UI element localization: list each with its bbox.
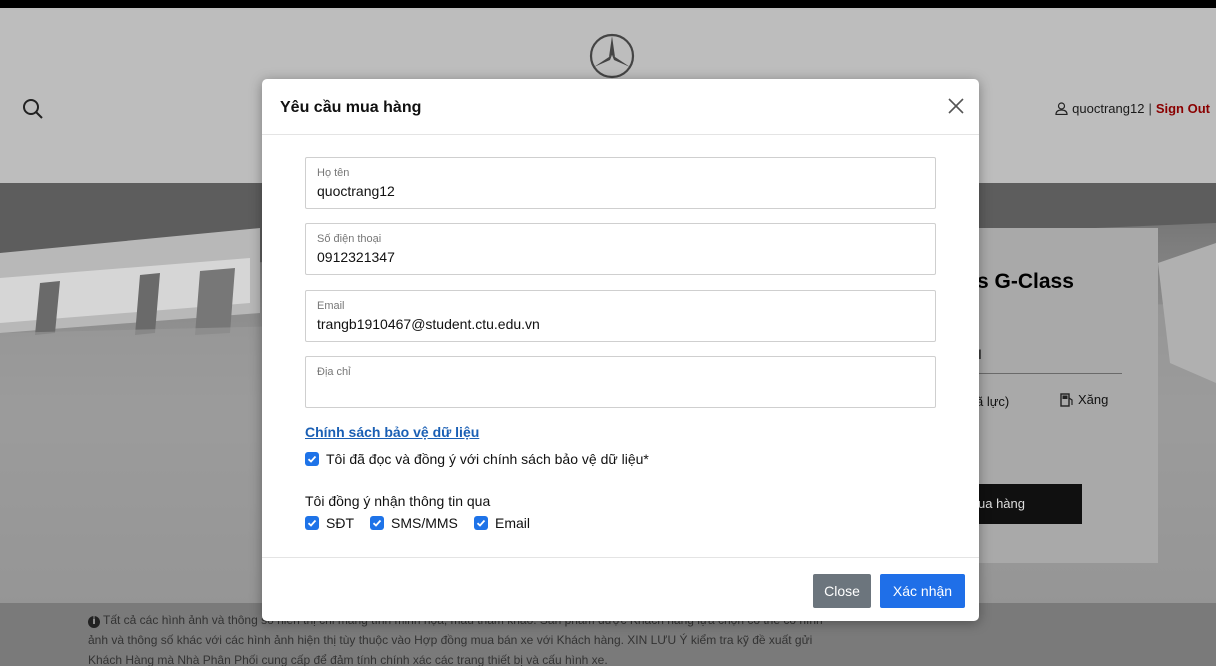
checkbox-checked-icon[interactable] [305,452,319,466]
address-field-label: Địa chỉ [317,366,351,378]
close-button[interactable]: Close [813,574,871,608]
top-bar [0,0,1216,8]
policy-agree-label: Tôi đã đọc và đồng ý với chính sách bảo … [326,451,649,467]
modal-header: Yêu cầu mua hàng [262,79,979,135]
consent-label: Tôi đồng ý nhận thông tin qua [305,493,491,509]
modal-footer: Close Xác nhận [262,557,979,621]
consent-email-label: Email [495,515,531,531]
purchase-request-modal: Yêu cầu mua hàng Họ tên quoctrang12 Số đ… [262,79,979,621]
checkbox-checked-icon[interactable] [474,516,488,530]
consent-sms-label: SMS/MMS [391,515,458,531]
name-field[interactable]: Họ tên quoctrang12 [305,157,936,209]
close-icon[interactable] [947,97,965,115]
policy-agree-checkbox[interactable]: Tôi đã đọc và đồng ý với chính sách bảo … [305,451,649,467]
consent-phone-label: SĐT [326,515,354,531]
checkbox-checked-icon[interactable] [370,516,384,530]
consent-sms-checkbox[interactable]: SMS/MMS [370,515,458,531]
modal-title: Yêu cầu mua hàng [280,99,422,116]
email-field-value[interactable]: trangb1910467@student.ctu.edu.vn [317,316,540,332]
email-field[interactable]: Email trangb1910467@student.ctu.edu.vn [305,290,936,342]
data-policy-link[interactable]: Chính sách bảo vệ dữ liệu [305,424,479,440]
name-field-value[interactable]: quoctrang12 [317,183,395,199]
name-field-label: Họ tên [317,167,350,179]
phone-field-label: Số điện thoại [317,233,382,245]
address-field[interactable]: Địa chỉ [305,356,936,408]
email-field-label: Email [317,300,345,312]
consent-phone-checkbox[interactable]: SĐT [305,515,354,531]
consent-email-checkbox[interactable]: Email [474,515,530,531]
phone-field-value[interactable]: 0912321347 [317,249,395,265]
phone-field[interactable]: Số điện thoại 0912321347 [305,223,936,275]
checkbox-checked-icon[interactable] [305,516,319,530]
submit-button[interactable]: Xác nhận [880,574,965,608]
